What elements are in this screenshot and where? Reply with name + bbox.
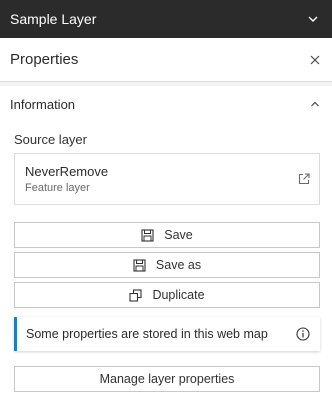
duplicate-button[interactable]: Duplicate [14,282,320,308]
save-as-button[interactable]: Save as [14,252,320,278]
information-section: Information Source layer NeverRemove Fea… [0,86,332,400]
save-as-button-label: Save as [155,258,202,272]
save-button[interactable]: Save [14,222,320,248]
notice-text: Some properties are stored in this web m… [26,327,268,341]
web-map-notice: Some properties are stored in this web m… [14,317,320,351]
layer-name: NeverRemove [25,164,109,179]
save-icon [141,228,154,242]
duplicate-button-label: Duplicate [152,288,205,302]
properties-panel-header: Properties [0,38,332,82]
duplicate-icon [129,288,142,302]
manage-layer-properties-button[interactable]: Manage layer properties [14,366,320,392]
panel-title: Properties [10,51,79,68]
save-button-label: Save [164,228,193,242]
section-title: Information [10,96,76,112]
save-as-icon [133,258,146,272]
manage-button-label: Manage layer properties [99,372,235,386]
layer-header[interactable]: Sample Layer [0,0,332,38]
layer-type: Feature layer [25,182,90,194]
layer-title: Sample Layer [10,11,97,27]
chevron-down-icon[interactable] [306,12,320,26]
information-section-header[interactable]: Information [0,86,332,122]
close-icon[interactable] [308,53,322,67]
external-link-icon[interactable] [297,172,311,186]
info-icon[interactable] [296,327,310,341]
source-layer-label: Source layer [14,132,87,147]
chevron-up-icon[interactable] [308,97,322,111]
source-layer-card: NeverRemove Feature layer [14,153,320,205]
